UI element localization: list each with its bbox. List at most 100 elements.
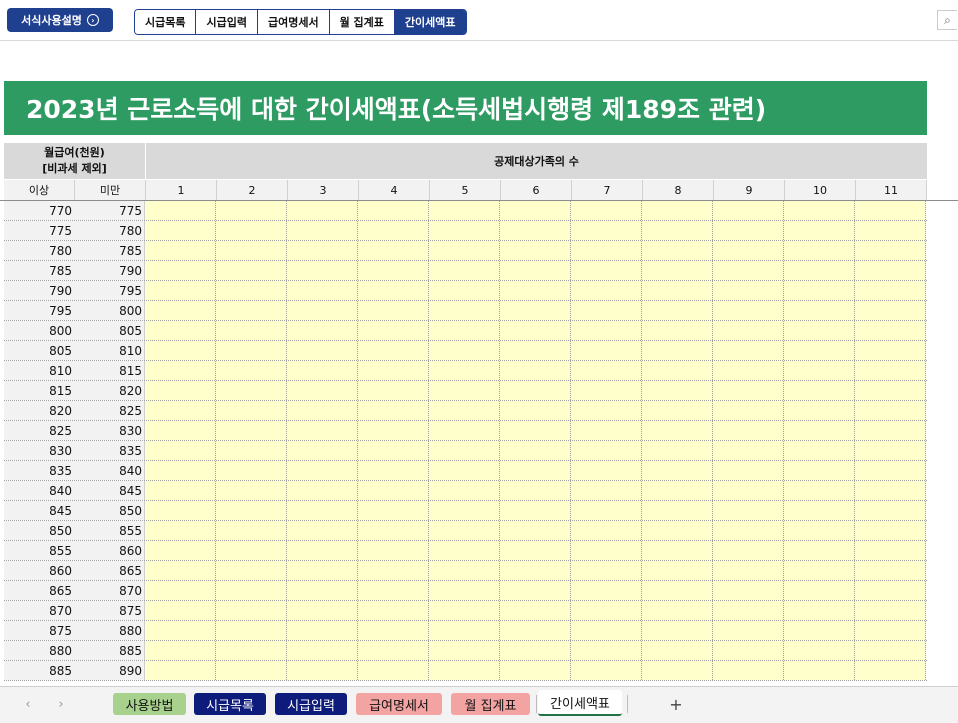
tax-value-cell[interactable] <box>713 521 784 540</box>
tax-value-cell[interactable] <box>500 501 571 520</box>
tax-value-cell[interactable] <box>287 261 358 280</box>
tax-value-cell[interactable] <box>216 421 287 440</box>
pay-to-cell[interactable]: 825 <box>74 401 145 420</box>
tax-value-cell[interactable] <box>429 421 500 440</box>
tax-value-cell[interactable] <box>571 241 642 260</box>
sheet-tab-monthly-summary[interactable]: 월 집계표 <box>451 693 530 715</box>
tax-value-cell[interactable] <box>855 401 926 420</box>
sheet-tab-tax-table[interactable]: 간이세액표 <box>538 690 622 716</box>
tax-value-cell[interactable] <box>571 401 642 420</box>
pay-from-cell[interactable]: 805 <box>4 341 74 360</box>
pay-from-cell[interactable]: 770 <box>4 201 74 220</box>
tax-value-cell[interactable] <box>500 301 571 320</box>
prev-sheet-icon[interactable]: ‹ <box>21 695 35 713</box>
tax-value-cell[interactable] <box>500 221 571 240</box>
tax-value-cell[interactable] <box>855 561 926 580</box>
tax-value-cell[interactable] <box>145 521 216 540</box>
tax-value-cell[interactable] <box>784 521 855 540</box>
pay-to-cell[interactable]: 865 <box>74 561 145 580</box>
pay-from-cell[interactable]: 860 <box>4 561 74 580</box>
tax-value-cell[interactable] <box>571 621 642 640</box>
tax-value-cell[interactable] <box>784 421 855 440</box>
pay-to-cell[interactable]: 840 <box>74 461 145 480</box>
tax-value-cell[interactable] <box>216 301 287 320</box>
tax-value-cell[interactable] <box>571 441 642 460</box>
pay-to-cell[interactable]: 850 <box>74 501 145 520</box>
tax-value-cell[interactable] <box>287 301 358 320</box>
tax-value-cell[interactable] <box>571 341 642 360</box>
tax-value-cell[interactable] <box>500 341 571 360</box>
tax-value-cell[interactable] <box>784 581 855 600</box>
pay-to-cell[interactable]: 875 <box>74 601 145 620</box>
tax-value-cell[interactable] <box>642 361 713 380</box>
tax-value-cell[interactable] <box>287 441 358 460</box>
tax-value-cell[interactable] <box>713 561 784 580</box>
pay-from-cell[interactable]: 835 <box>4 461 74 480</box>
tax-value-cell[interactable] <box>784 221 855 240</box>
tax-value-cell[interactable] <box>855 261 926 280</box>
tax-value-cell[interactable] <box>713 541 784 560</box>
tax-value-cell[interactable] <box>358 301 429 320</box>
tax-value-cell[interactable] <box>216 461 287 480</box>
pay-from-cell[interactable]: 815 <box>4 381 74 400</box>
tax-value-cell[interactable] <box>429 321 500 340</box>
tax-value-cell[interactable] <box>571 361 642 380</box>
tax-value-cell[interactable] <box>855 301 926 320</box>
tax-value-cell[interactable] <box>571 461 642 480</box>
tax-value-cell[interactable] <box>358 201 429 220</box>
pay-to-cell[interactable]: 795 <box>74 281 145 300</box>
tax-value-cell[interactable] <box>145 361 216 380</box>
tax-value-cell[interactable] <box>500 541 571 560</box>
pay-to-cell[interactable]: 845 <box>74 481 145 500</box>
tax-value-cell[interactable] <box>216 201 287 220</box>
tax-value-cell[interactable] <box>855 661 926 680</box>
pay-from-cell[interactable]: 840 <box>4 481 74 500</box>
tax-value-cell[interactable] <box>571 201 642 220</box>
tax-value-cell[interactable] <box>500 641 571 660</box>
tax-value-cell[interactable] <box>216 621 287 640</box>
tax-value-cell[interactable] <box>642 581 713 600</box>
tax-value-cell[interactable] <box>713 401 784 420</box>
tax-value-cell[interactable] <box>713 621 784 640</box>
tax-value-cell[interactable] <box>358 581 429 600</box>
tax-value-cell[interactable] <box>358 361 429 380</box>
tax-value-cell[interactable] <box>287 281 358 300</box>
sheet-tab-payslip[interactable]: 급여명세서 <box>356 693 442 715</box>
tax-value-cell[interactable] <box>287 521 358 540</box>
tax-value-cell[interactable] <box>784 621 855 640</box>
tax-value-cell[interactable] <box>571 421 642 440</box>
tax-value-cell[interactable] <box>784 241 855 260</box>
tax-value-cell[interactable] <box>855 321 926 340</box>
tax-value-cell[interactable] <box>358 621 429 640</box>
tax-value-cell[interactable] <box>571 301 642 320</box>
tax-value-cell[interactable] <box>358 481 429 500</box>
tax-value-cell[interactable] <box>642 201 713 220</box>
tax-value-cell[interactable] <box>784 261 855 280</box>
pay-to-cell[interactable]: 790 <box>74 261 145 280</box>
tax-value-cell[interactable] <box>429 601 500 620</box>
pay-to-cell[interactable]: 805 <box>74 321 145 340</box>
tax-value-cell[interactable] <box>287 561 358 580</box>
pay-from-cell[interactable]: 780 <box>4 241 74 260</box>
tax-value-cell[interactable] <box>500 481 571 500</box>
tax-value-cell[interactable] <box>145 421 216 440</box>
pay-to-cell[interactable]: 860 <box>74 541 145 560</box>
tax-value-cell[interactable] <box>713 241 784 260</box>
tax-value-cell[interactable] <box>216 261 287 280</box>
tax-value-cell[interactable] <box>571 381 642 400</box>
tax-value-cell[interactable] <box>784 381 855 400</box>
tax-value-cell[interactable] <box>713 201 784 220</box>
tax-value-cell[interactable] <box>500 601 571 620</box>
tax-value-cell[interactable] <box>358 521 429 540</box>
tax-value-cell[interactable] <box>216 641 287 660</box>
tax-value-cell[interactable] <box>642 241 713 260</box>
tax-value-cell[interactable] <box>358 501 429 520</box>
tax-value-cell[interactable] <box>429 301 500 320</box>
tax-value-cell[interactable] <box>429 501 500 520</box>
tax-value-cell[interactable] <box>571 261 642 280</box>
tax-value-cell[interactable] <box>642 641 713 660</box>
pay-to-cell[interactable]: 830 <box>74 421 145 440</box>
tax-value-cell[interactable] <box>713 661 784 680</box>
tax-value-cell[interactable] <box>642 301 713 320</box>
tax-value-cell[interactable] <box>784 201 855 220</box>
